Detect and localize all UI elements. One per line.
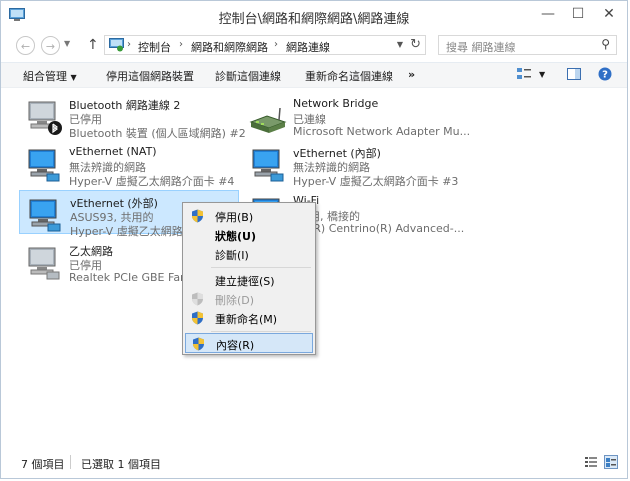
menu-item-create-shortcut[interactable]: 建立捷徑(S) xyxy=(185,270,313,290)
chevron-down-icon: ▼ xyxy=(70,73,77,82)
refresh-icon[interactable]: ↻ xyxy=(410,37,421,52)
network-adapter-icon xyxy=(28,101,62,135)
tiles-view-icon[interactable] xyxy=(604,455,618,469)
control-panel-icon xyxy=(109,38,124,52)
more-commands-button[interactable]: » xyxy=(408,68,415,81)
menu-item-delete: 刪除(D) xyxy=(185,289,313,309)
network-adapter-icon xyxy=(252,149,284,182)
navigation-bar: ← → ▼ ↑ › 控制台 › 網路和網際網路 › 網路連線 ▼ ↻ 搜尋 網路… xyxy=(1,31,627,61)
search-icon[interactable]: ⚲ xyxy=(601,37,610,51)
network-adapter-icon xyxy=(28,247,60,280)
menu-item-disable[interactable]: 停用(B) xyxy=(185,206,313,226)
breadcrumb-network-connections[interactable]: 網路連線 xyxy=(286,39,330,55)
svg-text:?: ? xyxy=(602,70,608,81)
list-item[interactable]: Bluetooth 網路連線 2 已停用 Bluetooth 裝置 (個人區域網… xyxy=(19,93,246,140)
search-input[interactable]: 搜尋 網路連線 ⚲ xyxy=(438,35,617,55)
item-count: 7 個項目 xyxy=(21,458,65,471)
connection-device: Hyper-V 虛擬乙太網路介 xyxy=(70,225,194,238)
disable-device-button[interactable]: 停用這個網路裝置 xyxy=(106,68,194,84)
uac-shield-icon xyxy=(192,209,203,223)
breadcrumb-network-internet[interactable]: 網路和網際網路 xyxy=(191,39,268,55)
arrow-right-icon: → xyxy=(45,40,56,53)
forward-button[interactable]: → xyxy=(41,36,60,55)
view-options-chevron-icon[interactable]: ▼ xyxy=(539,70,545,79)
list-item[interactable]: Network Bridge 已連線 Microsoft Network Ada… xyxy=(243,93,483,138)
uac-shield-icon xyxy=(193,337,204,351)
breadcrumb-control-panel[interactable]: 控制台 xyxy=(138,39,171,55)
status-divider xyxy=(70,455,71,469)
menu-item-diagnose[interactable]: 診斷(I) xyxy=(185,244,313,264)
arrow-left-icon: ← xyxy=(20,40,31,53)
uac-shield-icon xyxy=(192,292,203,306)
rename-connection-button[interactable]: 重新命名這個連線 xyxy=(305,68,393,84)
arrow-up-icon: ↑ xyxy=(87,37,99,53)
recent-locations-chevron-icon[interactable]: ▼ xyxy=(64,39,70,48)
network-adapter-icon xyxy=(28,149,60,182)
address-history-chevron-icon[interactable]: ▼ xyxy=(397,40,403,49)
view-options-icon[interactable] xyxy=(516,66,532,82)
address-bar[interactable]: › 控制台 › 網路和網際網路 › 網路連線 ▼ ↻ xyxy=(104,35,426,55)
connection-device: Hyper-V 虛擬乙太網路介面卡 #3 xyxy=(293,175,459,188)
breadcrumb-separator-icon: › xyxy=(179,39,183,50)
status-bar: 7 個項目 已選取 1 個項目 xyxy=(1,448,627,478)
close-button[interactable]: ✕ xyxy=(593,3,625,25)
title-bar[interactable]: 控制台\網路和網際網路\網路連線 — ☐ ✕ xyxy=(1,1,627,31)
maximize-button[interactable]: ☐ xyxy=(563,3,593,25)
connection-device: Realtek PCIe GBE Fami xyxy=(69,271,194,284)
breadcrumb-separator-icon: › xyxy=(274,39,278,50)
network-bridge-icon xyxy=(249,107,287,133)
menu-item-rename[interactable]: 重新命名(M) xyxy=(185,308,313,328)
list-item[interactable]: vEthernet (NAT) 無法辨識的網路 Hyper-V 虛擬乙太網路介面… xyxy=(19,141,239,188)
connection-device: Hyper-V 虛擬乙太網路介面卡 #4 xyxy=(69,175,235,188)
selected-count: 已選取 1 個項目 xyxy=(81,458,161,471)
help-icon[interactable]: ? xyxy=(597,66,613,82)
connection-device: Microsoft Network Adapter Mu... xyxy=(293,125,471,138)
command-bar: 組合管理 ▼ 停用這個網路裝置 診斷這個連線 重新命名這個連線 » ▼ ? xyxy=(1,62,627,88)
search-placeholder: 搜尋 網路連線 xyxy=(446,41,516,54)
network-adapter-icon xyxy=(29,199,61,232)
diagnose-connection-button[interactable]: 診斷這個連線 xyxy=(215,68,281,84)
menu-separator xyxy=(211,331,311,332)
preview-pane-icon[interactable] xyxy=(566,66,582,82)
menu-item-properties[interactable]: 內容(R) xyxy=(185,333,313,353)
uac-shield-icon xyxy=(192,311,203,325)
minimize-button[interactable]: — xyxy=(533,3,563,25)
breadcrumb-separator-icon: › xyxy=(127,39,131,50)
up-button[interactable]: ↑ xyxy=(87,37,99,53)
details-view-icon[interactable] xyxy=(584,455,598,469)
back-button[interactable]: ← xyxy=(16,36,35,55)
connection-name: Network Bridge xyxy=(293,97,379,110)
connection-device: (R) Centrino(R) Advanced-... xyxy=(309,222,465,235)
connection-device: Bluetooth 裝置 (個人區域網路) #2 xyxy=(69,127,246,140)
explorer-window: 控制台\網路和網際網路\網路連線 — ☐ ✕ ← → ▼ ↑ › 控制台 › 網… xyxy=(0,0,628,479)
connection-name: vEthernet (NAT) xyxy=(69,145,157,158)
organize-button[interactable]: 組合管理 ▼ xyxy=(23,68,77,84)
list-item[interactable]: vEthernet (內部) 無法辨識的網路 Hyper-V 虛擬乙太網路介面卡… xyxy=(243,141,483,188)
menu-item-status[interactable]: 狀態(U) xyxy=(185,225,313,245)
context-menu: 停用(B) 狀態(U) 診斷(I) 建立捷徑(S) 刪除(D) 重新命名(M) xyxy=(182,202,316,355)
menu-separator xyxy=(211,267,311,268)
